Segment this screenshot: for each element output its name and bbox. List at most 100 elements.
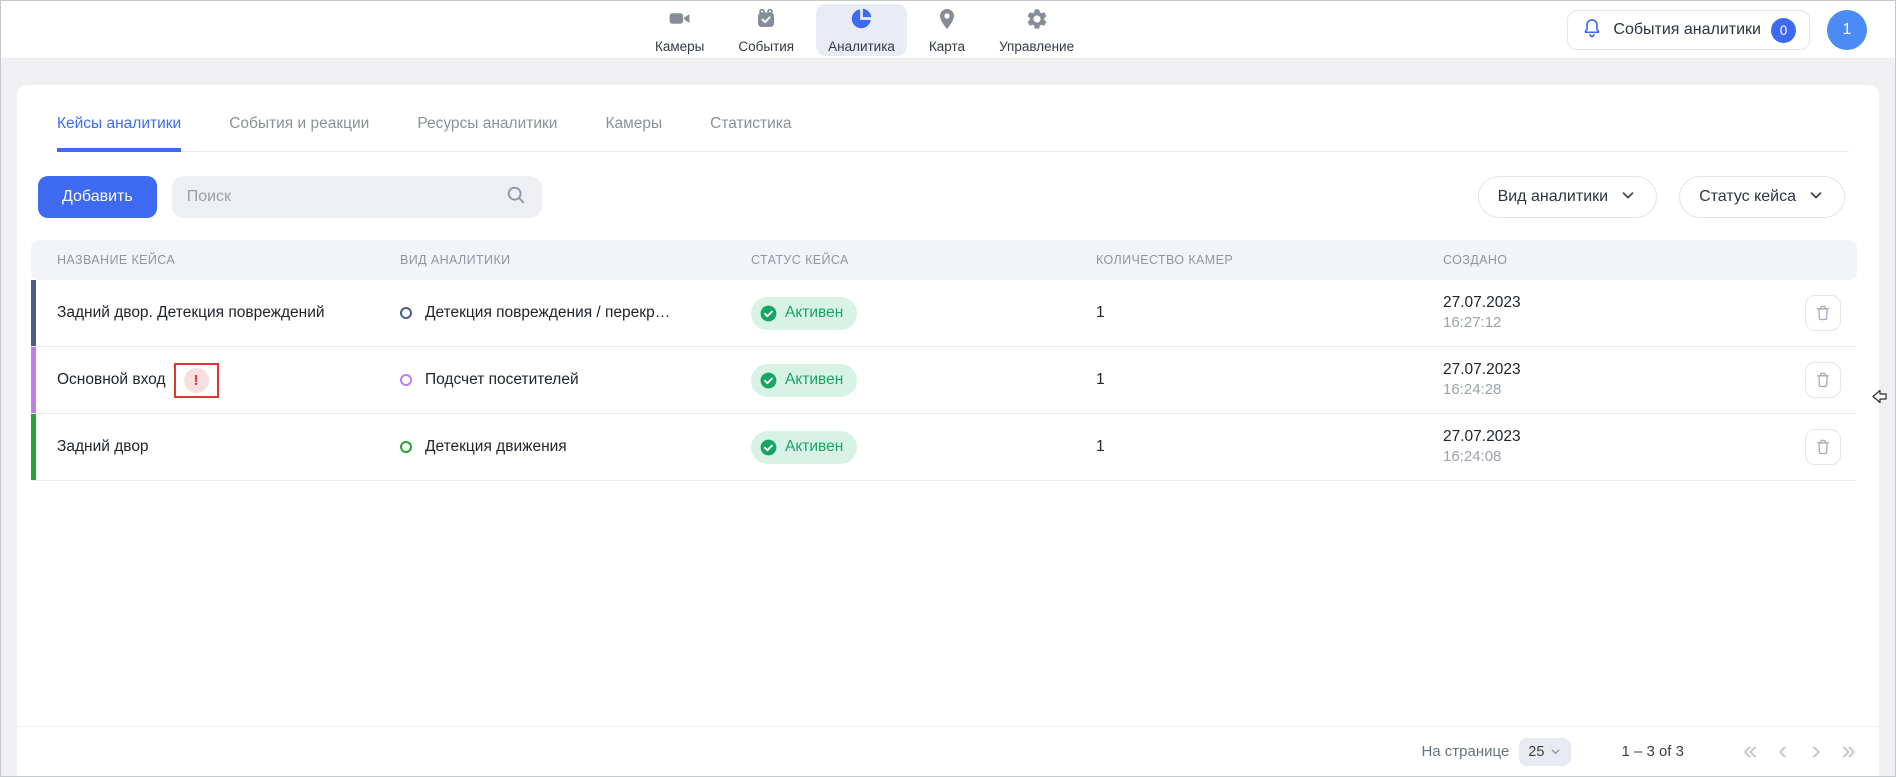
analytics-page-card: Кейсы аналитики События и реакции Ресурс… [17, 85, 1879, 776]
main-nav: Камеры События Аналитика [643, 1, 1086, 59]
double-chevron-left-icon [1739, 741, 1761, 763]
check-circle-icon [759, 438, 778, 457]
table-footer: На странице 25 1 – 3 of 3 [17, 726, 1879, 776]
analytics-type-cell: Детекция повреждения / перекр… [400, 304, 751, 322]
created-cell: 27.07.2023 16:24:08 [1443, 427, 1791, 467]
analytics-type-icon [400, 441, 412, 453]
tab-events-reactions[interactable]: События и реакции [229, 115, 369, 151]
col-header-camera-count: КОЛИЧЕСТВО КАМЕР [1096, 253, 1443, 267]
delete-case-button[interactable] [1805, 362, 1841, 398]
row-actions-cell [1791, 362, 1857, 398]
search-icon[interactable] [505, 184, 527, 211]
check-circle-icon [759, 371, 778, 390]
per-page-value: 25 [1528, 744, 1544, 760]
analytics-type-label: Подсчет посетителей [425, 371, 579, 389]
bell-icon [1581, 17, 1603, 44]
tab-statistics[interactable]: Статистика [710, 115, 791, 151]
pagination-controls [1738, 740, 1861, 764]
chevron-down-icon [1619, 186, 1637, 209]
nav-item-events[interactable]: События [726, 4, 806, 56]
nav-label: Аналитика [828, 39, 895, 54]
first-page-button[interactable] [1738, 740, 1762, 764]
table-row[interactable]: Задний двор. Детекция повреждений Детекц… [31, 280, 1857, 347]
top-header: Камеры События Аналитика [1, 1, 1895, 59]
nav-label: События [738, 39, 794, 54]
status-badge: Активен [751, 431, 857, 464]
row-accent-bar [31, 347, 36, 413]
tab-cameras[interactable]: Камеры [605, 115, 662, 151]
status-label: Активен [785, 371, 843, 389]
alert-icon: ! [184, 368, 209, 393]
row-actions-cell [1791, 295, 1857, 331]
last-page-button[interactable] [1837, 740, 1861, 764]
filter-label: Вид аналитики [1498, 188, 1609, 206]
case-name-cell: Задний двор [57, 438, 400, 456]
created-time: 16:27:12 [1443, 313, 1791, 333]
col-header-case-name: НАЗВАНИЕ КЕЙСА [57, 253, 400, 267]
delete-case-button[interactable] [1805, 295, 1841, 331]
add-button[interactable]: Добавить [38, 176, 157, 218]
delete-case-button[interactable] [1805, 429, 1841, 465]
table-header-row: НАЗВАНИЕ КЕЙСА ВИД АНАЛИТИКИ СТАТУС КЕЙС… [31, 240, 1857, 280]
map-icon [935, 7, 959, 36]
chevron-down-icon [1549, 745, 1562, 758]
status-label: Активен [785, 304, 843, 322]
camera-count-cell: 1 [1096, 371, 1443, 389]
analytics-type-icon [400, 374, 412, 386]
filter-case-status[interactable]: Статус кейса [1679, 176, 1845, 218]
case-name-cell: Основной вход ! [57, 363, 400, 398]
chevron-down-icon [1807, 186, 1825, 209]
analytics-type-cell: Подсчет посетителей [400, 371, 751, 389]
nav-label: Карта [929, 39, 965, 54]
analytics-type-label: Детекция повреждения / перекр… [425, 304, 670, 322]
events-icon [754, 7, 778, 36]
tab-analytics-resources[interactable]: Ресурсы аналитики [417, 115, 557, 151]
search-box [172, 176, 542, 218]
nav-item-analytics[interactable]: Аналитика [816, 4, 907, 56]
case-status-cell: Активен [751, 297, 1096, 330]
created-date: 27.07.2023 [1443, 360, 1791, 380]
filter-label: Статус кейса [1699, 188, 1796, 206]
double-chevron-right-icon [1838, 741, 1860, 763]
status-badge: Активен [751, 297, 857, 330]
trash-icon [1813, 437, 1833, 457]
row-accent-bar [31, 280, 36, 346]
next-page-button[interactable] [1804, 740, 1828, 764]
col-header-case-status: СТАТУС КЕЙСА [751, 253, 1096, 267]
created-date: 27.07.2023 [1443, 293, 1791, 313]
pagination-range: 1 – 3 of 3 [1621, 743, 1684, 760]
nav-item-map[interactable]: Карта [917, 4, 977, 56]
created-time: 16:24:08 [1443, 447, 1791, 467]
row-accent-bar [31, 414, 36, 480]
created-date: 27.07.2023 [1443, 427, 1791, 447]
prev-page-button[interactable] [1771, 740, 1795, 764]
events-count-badge: 0 [1771, 18, 1796, 43]
nav-item-cameras[interactable]: Камеры [643, 4, 716, 56]
annotation-highlight-box: ! [174, 363, 219, 398]
search-input[interactable] [187, 188, 505, 206]
nav-item-management[interactable]: Управление [987, 4, 1086, 56]
per-page-label: На странице [1421, 743, 1509, 760]
nav-label: Управление [999, 39, 1074, 54]
chevron-right-icon [1805, 741, 1827, 763]
analytics-type-icon [400, 307, 412, 319]
col-header-analytics-type: ВИД АНАЛИТИКИ [400, 253, 751, 267]
analytics-events-button[interactable]: События аналитики 0 [1567, 10, 1810, 50]
created-time: 16:24:28 [1443, 380, 1791, 400]
table-row[interactable]: Основной вход ! Подсчет посетителей Акти… [31, 347, 1857, 414]
table-row[interactable]: Задний двор Детекция движения Активен 1 … [31, 414, 1857, 481]
analytics-events-label: События аналитики [1613, 21, 1761, 39]
header-right: События аналитики 0 1 [1567, 10, 1867, 50]
cases-table: НАЗВАНИЕ КЕЙСА ВИД АНАЛИТИКИ СТАТУС КЕЙС… [31, 240, 1857, 481]
analytics-type-cell: Детекция движения [400, 438, 751, 456]
trash-icon [1813, 303, 1833, 323]
analytics-type-label: Детекция движения [425, 438, 567, 456]
per-page-select[interactable]: 25 [1519, 738, 1571, 766]
case-name-cell: Задний двор. Детекция повреждений [57, 304, 400, 322]
tab-analytics-cases[interactable]: Кейсы аналитики [57, 115, 181, 152]
settings-icon [1025, 7, 1049, 36]
user-avatar[interactable]: 1 [1827, 10, 1867, 50]
toolbar: Добавить Вид аналитики Статус кейса [38, 176, 1845, 218]
camera-count-cell: 1 [1096, 438, 1443, 456]
filter-analytics-type[interactable]: Вид аналитики [1478, 176, 1658, 218]
